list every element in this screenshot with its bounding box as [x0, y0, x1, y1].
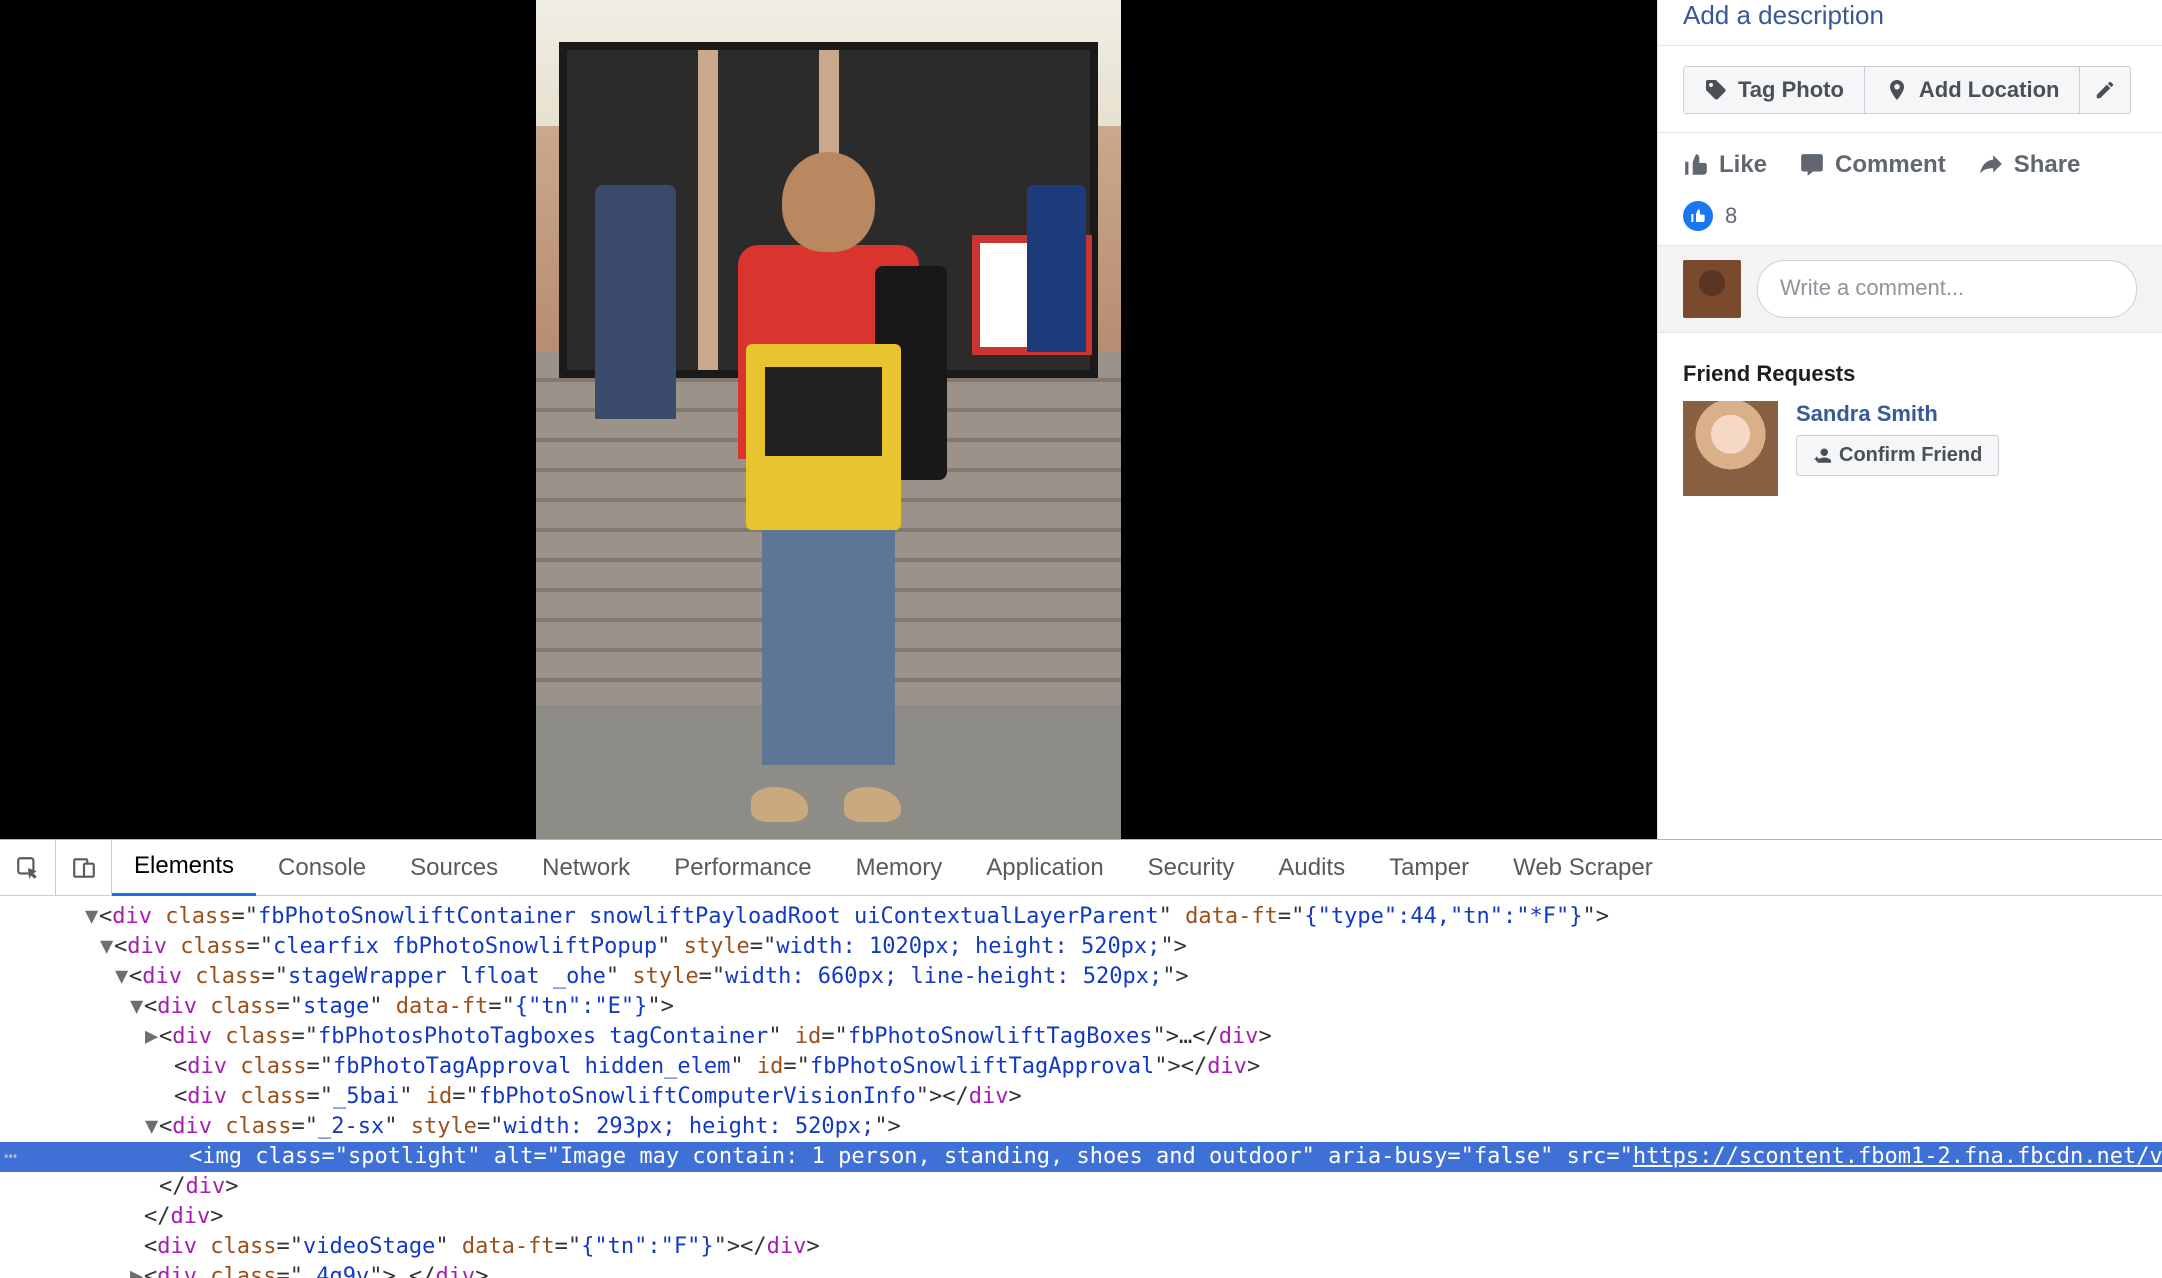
confirm-friend-button[interactable]: Confirm Friend: [1796, 435, 1999, 476]
like-count: 8: [1725, 203, 1737, 229]
dom-tree[interactable]: ▼<div class="fbPhotoSnowliftContainer sn…: [0, 896, 2162, 1278]
devtools-tab-application[interactable]: Application: [964, 840, 1125, 896]
dom-line[interactable]: ▼<div class="_2-sx" style="width: 293px;…: [0, 1112, 2162, 1142]
pencil-icon: [2094, 79, 2116, 101]
dom-line[interactable]: ▼<div class="stageWrapper lfloat _ohe" s…: [0, 962, 2162, 992]
dom-line[interactable]: ▶<div class="fbPhotosPhotoTagboxes tagCo…: [0, 1022, 2162, 1052]
like-label: Like: [1719, 151, 1767, 179]
dom-line[interactable]: ▼<div class="clearfix fbPhotoSnowliftPop…: [0, 932, 2162, 962]
add-friend-icon: [1813, 447, 1831, 465]
add-location-button[interactable]: Add Location: [1864, 66, 2081, 114]
likes-summary[interactable]: 8: [1658, 193, 2162, 245]
devtools-tab-performance[interactable]: Performance: [652, 840, 833, 896]
tag-photo-button[interactable]: Tag Photo: [1683, 66, 1864, 114]
share-icon: [1978, 152, 2004, 178]
edit-button[interactable]: [2080, 66, 2131, 114]
devtools-tab-network[interactable]: Network: [520, 840, 652, 896]
add-location-label: Add Location: [1919, 77, 2060, 103]
dom-line[interactable]: </div>: [0, 1172, 2162, 1202]
toggle-device-icon[interactable]: [56, 840, 112, 896]
comment-composer: Write a comment...: [1658, 245, 2162, 333]
comment-button[interactable]: Comment: [1799, 151, 1946, 179]
dom-line[interactable]: <div class="fbPhotoTagApproval hidden_el…: [0, 1052, 2162, 1082]
devtools-tab-console[interactable]: Console: [256, 840, 388, 896]
friend-requests-title: Friend Requests: [1683, 361, 2137, 387]
friend-avatar[interactable]: [1683, 401, 1778, 496]
dom-line[interactable]: <div class="videoStage" data-ft="{"tn":"…: [0, 1232, 2162, 1262]
devtools-tab-elements[interactable]: Elements: [112, 840, 256, 896]
action-button-bar: Tag Photo Add Location: [1658, 46, 2162, 132]
friend-name-link[interactable]: Sandra Smith: [1796, 401, 1999, 427]
devtools-tab-security[interactable]: Security: [1126, 840, 1257, 896]
dom-line[interactable]: ▼<div class="fbPhotoSnowliftContainer sn…: [0, 902, 2162, 932]
friend-requests-block: Friend Requests Sandra Smith Confirm Fri…: [1658, 333, 2162, 524]
tag-icon: [1704, 78, 1728, 102]
user-avatar[interactable]: [1683, 260, 1741, 318]
devtools-tab-tamper[interactable]: Tamper: [1367, 840, 1491, 896]
dom-line[interactable]: ⋯ <img class="spotlight" alt="Image may …: [0, 1142, 2162, 1172]
devtools-tab-memory[interactable]: Memory: [834, 840, 965, 896]
friend-request-item: Sandra Smith Confirm Friend: [1683, 401, 2137, 496]
share-label: Share: [2014, 151, 2081, 179]
thumbs-up-icon: [1683, 152, 1709, 178]
devtools-tab-audits[interactable]: Audits: [1256, 840, 1367, 896]
confirm-friend-label: Confirm Friend: [1839, 444, 1982, 467]
devtools-panel: ElementsConsoleSourcesNetworkPerformance…: [0, 839, 2162, 1278]
devtools-tab-sources[interactable]: Sources: [388, 840, 520, 896]
photo-stage[interactable]: [0, 0, 1657, 839]
dom-line[interactable]: </div>: [0, 1202, 2162, 1232]
devtools-tab-web-scraper[interactable]: Web Scraper: [1491, 840, 1675, 896]
photo-image: [536, 0, 1121, 839]
photo-viewer: [0, 0, 1657, 839]
comment-icon: [1799, 152, 1825, 178]
photo-sidebar: Add a description Tag Photo Add Location: [1657, 0, 2162, 839]
share-button[interactable]: Share: [1978, 151, 2081, 179]
comment-label: Comment: [1835, 151, 1946, 179]
add-description-link[interactable]: Add a description: [1658, 0, 2162, 45]
like-button[interactable]: Like: [1683, 151, 1767, 179]
tag-photo-label: Tag Photo: [1738, 77, 1844, 103]
comment-input[interactable]: Write a comment...: [1757, 260, 2137, 318]
like-badge-icon: [1683, 201, 1713, 231]
ellipsis-icon: ⋯: [4, 1142, 17, 1172]
devtools-tabs: ElementsConsoleSourcesNetworkPerformance…: [0, 840, 2162, 896]
inspect-element-icon[interactable]: [0, 840, 56, 896]
social-actions: Like Comment Share: [1658, 132, 2162, 193]
location-icon: [1885, 78, 1909, 102]
dom-line[interactable]: ▶<div class=" 4g9v">…</div>: [0, 1262, 2162, 1278]
dom-line[interactable]: ▼<div class="stage" data-ft="{"tn":"E"}"…: [0, 992, 2162, 1022]
dom-line[interactable]: <div class="_5bai" id="fbPhotoSnowliftCo…: [0, 1082, 2162, 1112]
